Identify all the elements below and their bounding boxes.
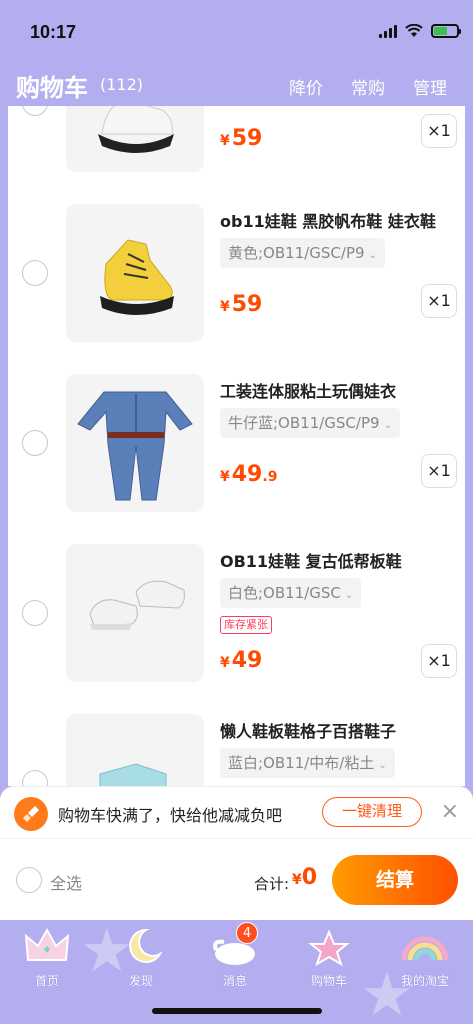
select-all-label[interactable]: 全选 (50, 870, 82, 894)
quantity-stepper[interactable]: ×1 (421, 454, 457, 488)
quantity-stepper[interactable]: ×1 (421, 644, 457, 678)
item-title[interactable]: ob11娃鞋 黑胶帆布鞋 娃衣鞋 (220, 208, 436, 232)
tab-my-taobao[interactable]: 我的淘宝 (380, 926, 470, 996)
status-time: 10:17 (30, 22, 77, 42)
quantity-stepper[interactable]: ×1 (421, 114, 457, 148)
rainbow-icon (400, 926, 450, 968)
chevron-down-icon: ⌄ (378, 760, 387, 771)
cart-full-notice: 购物车快满了，快给他减减负吧 一键清理 × (0, 786, 473, 838)
product-image[interactable] (66, 374, 204, 512)
cart-list[interactable]: ¥59 ×1 ob11娃鞋 黑胶帆布鞋 娃衣鞋 黄色;OB11/GSC/P9 ⌄ … (8, 106, 465, 786)
item-sku-selector[interactable]: 白色;OB11/GSC ⌄ (220, 578, 362, 608)
signal-icon (379, 24, 397, 38)
checkout-button[interactable]: 结算 (332, 855, 458, 905)
item-price: ¥59 (220, 126, 263, 151)
header: 购物车 (112) 降价 常购 管理 (0, 62, 473, 106)
select-all-checkbox[interactable] (16, 867, 42, 893)
item-price: ¥59 (220, 292, 263, 317)
item-checkbox[interactable] (22, 106, 48, 116)
status-icons (379, 24, 461, 38)
sku-label: 黄色;OB11/GSC/P9 (228, 244, 365, 262)
cart-item: 懒人鞋板鞋格子百搭鞋子 蓝白;OB11/中布/粘土 ⌄ (8, 708, 465, 786)
tab-discover[interactable]: 发现 (96, 926, 186, 996)
price-drop-button[interactable]: 降价 (289, 74, 323, 99)
crown-icon (22, 926, 72, 968)
cart-count: (112) (100, 75, 144, 94)
item-sku-selector[interactable]: 蓝白;OB11/中布/粘土 ⌄ (220, 748, 395, 778)
item-price: ¥49.9 (220, 462, 278, 487)
star-icon (304, 926, 354, 968)
total-amount: ¥0 (292, 865, 318, 890)
item-price: ¥49 (220, 648, 263, 673)
cart-item: OB11娃鞋 复古低帮板鞋 白色;OB11/GSC ⌄ 库存紧张 ¥49 ×1 (8, 538, 465, 688)
product-image[interactable] (66, 106, 204, 172)
home-indicator (152, 1008, 322, 1014)
total-label: 合计: (254, 875, 290, 893)
cart-item: 工装连体服粘土玩偶娃衣 牛仔蓝;OB11/GSC/P9 ⌄ ¥49.9 ×1 (8, 368, 465, 518)
close-icon[interactable]: × (441, 799, 459, 824)
cart-item: ¥59 ×1 (8, 106, 465, 178)
manage-button[interactable]: 管理 (413, 74, 447, 99)
one-click-clean-button[interactable]: 一键清理 (322, 797, 422, 827)
item-title[interactable]: 懒人鞋板鞋格子百搭鞋子 (220, 718, 396, 742)
product-image[interactable] (66, 204, 204, 342)
quantity-stepper[interactable]: ×1 (421, 284, 457, 318)
message-badge: 4 (236, 922, 258, 944)
wifi-icon (405, 24, 423, 37)
tab-cart[interactable]: 购物车 (284, 926, 374, 996)
item-checkbox[interactable] (22, 600, 48, 626)
notice-text: 购物车快满了，快给他减减负吧 (58, 806, 283, 825)
item-sku-selector[interactable]: 黄色;OB11/GSC/P9 ⌄ (220, 238, 385, 268)
header-actions: 降价 常购 管理 (289, 74, 447, 99)
item-title[interactable]: 工装连体服粘土玩偶娃衣 (220, 378, 396, 402)
chevron-down-icon: ⌄ (383, 420, 392, 431)
item-checkbox[interactable] (22, 430, 48, 456)
item-title[interactable]: OB11娃鞋 复古低帮板鞋 (220, 548, 402, 572)
cart-item: ob11娃鞋 黑胶帆布鞋 娃衣鞋 黄色;OB11/GSC/P9 ⌄ ¥59 ×1 (8, 198, 465, 348)
tab-home[interactable]: 首页 (2, 926, 92, 996)
status-bar: 10:17 (0, 0, 473, 62)
product-image[interactable] (66, 714, 204, 786)
battery-icon (431, 24, 461, 38)
sku-label: 白色;OB11/GSC (228, 584, 341, 602)
frequent-buy-button[interactable]: 常购 (351, 74, 385, 99)
tab-messages[interactable]: 4 消息 (190, 922, 280, 996)
product-image[interactable] (66, 544, 204, 682)
item-sku-selector[interactable]: 牛仔蓝;OB11/GSC/P9 ⌄ (220, 408, 400, 438)
item-checkbox[interactable] (22, 260, 48, 286)
chevron-down-icon: ⌄ (368, 250, 377, 261)
low-stock-badge: 库存紧张 (220, 616, 272, 634)
wing-cloud-icon: 4 (210, 922, 260, 968)
sku-label: 牛仔蓝;OB11/GSC/P9 (228, 414, 380, 432)
item-checkbox[interactable] (22, 770, 48, 786)
chevron-down-icon: ⌄ (344, 590, 354, 601)
sku-label: 蓝白;OB11/中布/粘土 (228, 754, 375, 772)
moon-icon (116, 926, 166, 968)
checkout-bar: 全选 合计: ¥0 结算 (0, 838, 473, 920)
broom-icon (14, 797, 48, 831)
page-title: 购物车 (16, 74, 88, 102)
